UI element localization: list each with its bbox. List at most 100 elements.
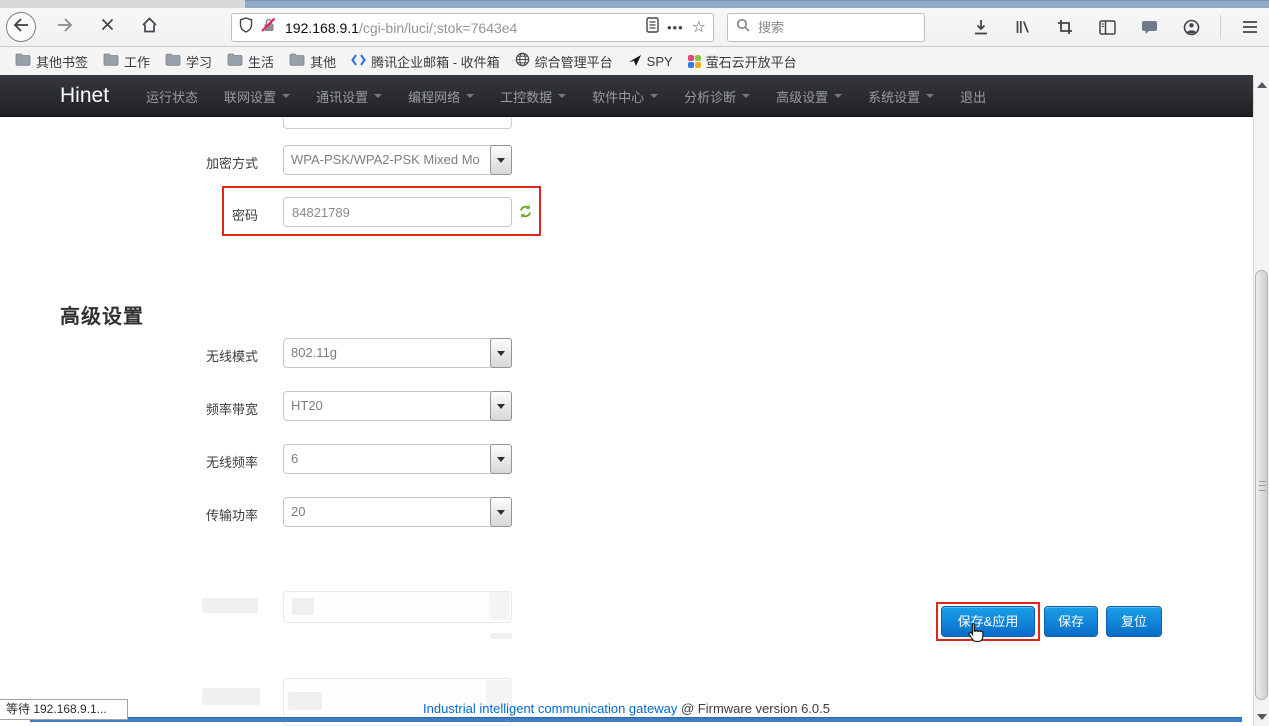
bookmark-ezviz-open-platform[interactable]: 萤石云开放平台 xyxy=(685,50,800,73)
stop-icon xyxy=(101,18,114,36)
bookmark-folder-life[interactable]: 生活 xyxy=(224,50,277,73)
screenshot-button[interactable] xyxy=(1052,14,1078,40)
address-bar[interactable]: 192.168.9.1/cgi-bin/luci/;stok=7643e4 ••… xyxy=(231,13,714,42)
search-input[interactable] xyxy=(756,19,916,36)
tx-power-value: 20 xyxy=(284,498,490,526)
brand-logo[interactable]: Hinet xyxy=(60,84,109,108)
browser-nav-buttons xyxy=(6,8,162,46)
nav-item-network-settings[interactable]: 联网设置 xyxy=(211,87,303,106)
folder-icon xyxy=(227,53,243,69)
chevron-down-icon xyxy=(466,94,474,98)
insecure-lock-icon[interactable] xyxy=(261,17,277,38)
downloads-button[interactable] xyxy=(968,14,994,40)
back-button[interactable] xyxy=(6,12,36,42)
tx-power-label: 传输功率 xyxy=(138,505,258,524)
site-navbar: Hinet 运行状态 联网设置 通讯设置 编程网络 工控数据 软件中心 分析诊断… xyxy=(0,75,1253,117)
channel-label: 无线频率 xyxy=(138,452,258,471)
nav-item-label: 退出 xyxy=(960,87,986,106)
menu-hamburger-button[interactable] xyxy=(1237,14,1263,40)
bookmark-label: 生活 xyxy=(248,52,274,71)
colored-dots-icon xyxy=(688,55,701,68)
nav-item-label: 高级设置 xyxy=(776,87,828,106)
chevron-down-icon xyxy=(497,404,505,409)
forward-icon xyxy=(57,18,73,37)
nav-item-label: 编程网络 xyxy=(408,87,460,106)
nav-item-system-settings[interactable]: 系统设置 xyxy=(855,87,947,106)
dropdown-button[interactable] xyxy=(490,497,512,527)
reader-mode-icon[interactable] xyxy=(646,17,659,38)
annotation-box-save-apply xyxy=(936,602,1040,641)
folder-icon xyxy=(289,53,305,69)
scroll-up-arrow-icon[interactable] xyxy=(1257,82,1267,88)
annotation-box-password xyxy=(222,186,541,236)
save-button[interactable]: 保存 xyxy=(1044,606,1098,637)
chevron-down-icon xyxy=(374,94,382,98)
chevron-down-icon xyxy=(282,94,290,98)
paper-plane-icon xyxy=(628,53,642,70)
tx-power-select[interactable]: 20 xyxy=(283,497,512,527)
wireless-mode-select[interactable]: 802.11g xyxy=(283,338,512,368)
channel-value: 6 xyxy=(284,445,490,473)
chevron-down-icon xyxy=(926,94,934,98)
back-icon xyxy=(13,18,29,37)
bookmark-star-icon[interactable]: ☆ xyxy=(692,20,706,36)
nav-item-advanced-settings[interactable]: 高级设置 xyxy=(763,87,855,106)
dropdown-button[interactable] xyxy=(490,145,512,175)
bookmark-label: SPY xyxy=(647,54,673,69)
bookmark-management-platform[interactable]: 综合管理平台 xyxy=(512,50,616,73)
vertical-scrollbar[interactable] xyxy=(1253,75,1269,726)
bookmark-folder-other-bookmarks[interactable]: 其他书签 xyxy=(12,50,91,73)
scroll-down-arrow-icon[interactable] xyxy=(1257,714,1267,720)
nav-item-programming-network[interactable]: 编程网络 xyxy=(395,87,487,106)
search-bar[interactable] xyxy=(727,13,925,42)
chevron-down-icon xyxy=(650,94,658,98)
bookmark-folder-work[interactable]: 工作 xyxy=(100,50,153,73)
messages-bubble-icon[interactable] xyxy=(1136,14,1162,40)
chevron-down-icon xyxy=(497,158,505,163)
globe-icon xyxy=(515,52,530,70)
nav-item-analysis-diagnosis[interactable]: 分析诊断 xyxy=(671,87,763,106)
status-tooltip: 等待 192.168.9.1... xyxy=(0,699,128,720)
bookmark-label: 萤石云开放平台 xyxy=(706,52,797,71)
folder-icon xyxy=(103,53,119,69)
nav-item-software-center[interactable]: 软件中心 xyxy=(579,87,671,106)
page-actions-icon[interactable]: ••• xyxy=(667,20,684,35)
page-footer: Industrial intelligent communication gat… xyxy=(0,701,1253,716)
wireless-mode-label: 无线模式 xyxy=(138,346,258,365)
sidebar-button[interactable] xyxy=(1094,14,1120,40)
search-icon xyxy=(736,18,750,37)
encryption-select[interactable]: WPA-PSK/WPA2-PSK Mixed Mo xyxy=(283,145,512,175)
browser-window: 192.168.9.1/cgi-bin/luci/;stok=7643e4 ••… xyxy=(0,0,1269,726)
account-button[interactable] xyxy=(1178,14,1204,40)
refresh-password-icon[interactable] xyxy=(518,204,533,224)
home-button[interactable] xyxy=(136,14,162,40)
url-path: /cgi-bin/luci/;stok=7643e4 xyxy=(359,20,517,36)
nav-item-industrial-data[interactable]: 工控数据 xyxy=(487,87,579,106)
dropdown-button[interactable] xyxy=(490,444,512,474)
nav-item-logout[interactable]: 退出 xyxy=(947,87,999,106)
channel-select[interactable]: 6 xyxy=(283,444,512,474)
toolbar-right-icons xyxy=(968,8,1263,46)
library-button[interactable] xyxy=(1010,14,1036,40)
bandwidth-select[interactable]: HT20 xyxy=(283,391,512,421)
nav-item-run-status[interactable]: 运行状态 xyxy=(133,87,211,106)
chevron-down-icon xyxy=(558,94,566,98)
dropdown-button[interactable] xyxy=(490,391,512,421)
nav-item-comm-settings[interactable]: 通讯设置 xyxy=(303,87,395,106)
bookmark-folder-study[interactable]: 学习 xyxy=(162,50,215,73)
url-text[interactable]: 192.168.9.1/cgi-bin/luci/;stok=7643e4 xyxy=(285,20,638,36)
encryption-value: WPA-PSK/WPA2-PSK Mixed Mo xyxy=(284,146,490,174)
stop-button[interactable] xyxy=(94,14,120,40)
bookmark-label: 其他书签 xyxy=(36,52,88,71)
tracking-shield-icon[interactable] xyxy=(239,17,253,38)
bandwidth-value: HT20 xyxy=(284,392,490,420)
bookmark-folder-misc[interactable]: 其他 xyxy=(286,50,339,73)
bookmark-spy[interactable]: SPY xyxy=(625,51,676,72)
bookmark-tencent-mail[interactable]: 腾讯企业邮箱 - 收件箱 xyxy=(348,50,503,73)
nav-item-label: 系统设置 xyxy=(868,87,920,106)
scrollbar-thumb[interactable] xyxy=(1255,270,1268,700)
reset-button[interactable]: 复位 xyxy=(1106,606,1162,637)
dropdown-button[interactable] xyxy=(490,338,512,368)
forward-button[interactable] xyxy=(52,14,78,40)
footer-gateway-link[interactable]: Industrial intelligent communication gat… xyxy=(423,701,677,716)
